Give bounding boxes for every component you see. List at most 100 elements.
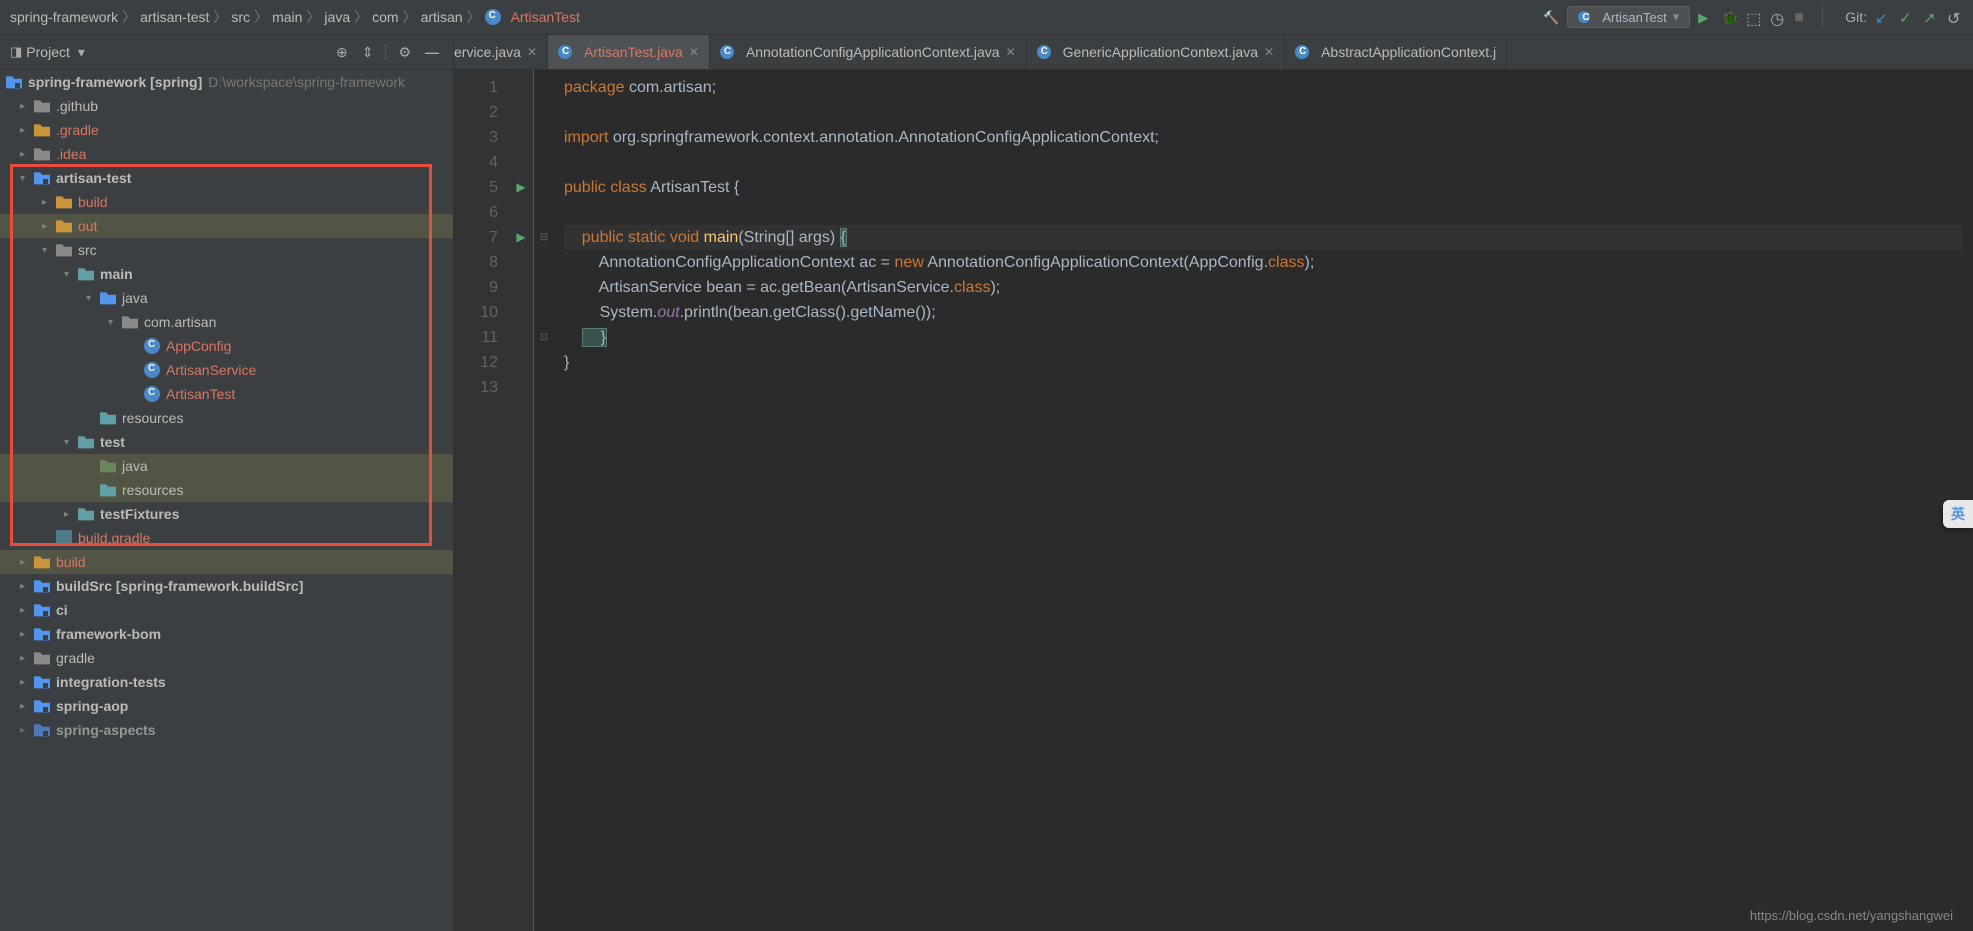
debug-icon[interactable] — [1722, 9, 1738, 25]
tree-item[interactable]: spring-aspects — [0, 718, 453, 742]
tree-item-gradle[interactable]: build.gradle — [0, 526, 453, 550]
fold-icon[interactable]: ⊟ — [534, 225, 554, 250]
tree-item[interactable]: framework-bom — [0, 622, 453, 646]
tree-item[interactable]: out — [0, 214, 453, 238]
tree-item[interactable]: build — [0, 550, 453, 574]
tree-item[interactable]: .gradle — [0, 118, 453, 142]
tree-item-class[interactable]: AppConfig — [0, 334, 453, 358]
code-area[interactable]: package com.artisan; import org.springfr… — [554, 70, 1973, 931]
run-gutter-icon[interactable] — [509, 175, 533, 200]
toolbar-actions: ArtisanTest ▾ ⬚ ◷ ■ Git: ↺ — [1543, 6, 1963, 28]
tree-item[interactable]: src — [0, 238, 453, 262]
editor-tab[interactable]: AbstractApplicationContext.j — [1285, 35, 1507, 69]
editor-tab[interactable]: AnnotationConfigApplicationContext.java — [710, 35, 1027, 69]
close-icon[interactable] — [1264, 45, 1274, 59]
breadcrumb-item[interactable]: artisan — [421, 9, 463, 25]
profile-icon[interactable]: ◷ — [1770, 9, 1786, 25]
gutter-icons — [509, 70, 534, 931]
tab-label: GenericApplicationContext.java — [1063, 44, 1258, 60]
tree-item-class[interactable]: ArtisanService — [0, 358, 453, 382]
tree-item[interactable]: ci — [0, 598, 453, 622]
close-icon[interactable] — [689, 45, 699, 59]
tree-label: ArtisanTest — [166, 386, 235, 402]
folder-icon — [100, 410, 116, 426]
folder-icon — [100, 482, 116, 498]
tree-item[interactable]: gradle — [0, 646, 453, 670]
breadcrumb-item[interactable]: com — [372, 9, 398, 25]
breadcrumb[interactable]: spring-framework〉 artisan-test〉 src〉 mai… — [10, 7, 1543, 27]
language-badge[interactable]: 英 — [1943, 500, 1973, 528]
editor-tab[interactable]: ervice.java — [454, 35, 548, 69]
line-number: 7 — [454, 225, 498, 250]
tree-item-artisan-test[interactable]: artisan-test — [0, 166, 453, 190]
tree-item[interactable]: build — [0, 190, 453, 214]
breadcrumb-current[interactable]: ArtisanTest — [511, 9, 580, 25]
line-number: 1 — [454, 75, 498, 100]
stop-icon[interactable]: ■ — [1794, 9, 1810, 25]
run-icon[interactable] — [1698, 9, 1714, 25]
tree-label: AppConfig — [166, 338, 231, 354]
coverage-icon[interactable]: ⬚ — [1746, 9, 1762, 25]
sidebar-title[interactable]: Project — [10, 44, 326, 61]
module-icon — [34, 674, 50, 690]
tree-label: main — [100, 266, 133, 282]
breadcrumb-item[interactable]: java — [324, 9, 350, 25]
history-icon[interactable]: ↺ — [1947, 9, 1963, 25]
breadcrumb-item[interactable]: artisan-test — [140, 9, 209, 25]
tree-item[interactable]: test — [0, 430, 453, 454]
editor-body[interactable]: 1 2 3 4 5 6 7 8 9 10 11 12 13 — [454, 70, 1973, 931]
tree-item[interactable]: main — [0, 262, 453, 286]
tab-label: ArtisanTest.java — [584, 44, 683, 60]
locate-file-icon[interactable] — [332, 44, 352, 61]
tree-label: ci — [56, 602, 68, 618]
tree-item[interactable]: integration-tests — [0, 670, 453, 694]
class-icon — [144, 362, 160, 378]
tree-label: buildSrc [spring-framework.buildSrc] — [56, 578, 303, 594]
tree-path: D:\workspace\spring-framework — [208, 74, 405, 90]
tree-label: integration-tests — [56, 674, 166, 690]
tree-label: spring-framework [spring] — [28, 74, 202, 90]
tree-item[interactable]: .github — [0, 94, 453, 118]
tree-item[interactable]: resources — [0, 478, 453, 502]
tree-item[interactable]: spring-aop — [0, 694, 453, 718]
editor-tab[interactable]: GenericApplicationContext.java — [1027, 35, 1285, 69]
line-number: 6 — [454, 200, 498, 225]
collapse-icon[interactable] — [421, 44, 443, 60]
tree-item[interactable]: java — [0, 286, 453, 310]
run-config-selector[interactable]: ArtisanTest ▾ — [1567, 6, 1690, 28]
breadcrumb-item[interactable]: src — [231, 9, 250, 25]
project-tree[interactable]: spring-framework [spring] D:\workspace\s… — [0, 70, 453, 931]
line-number: 3 — [454, 125, 498, 150]
build-icon[interactable] — [1543, 9, 1559, 25]
tree-item[interactable]: buildSrc [spring-framework.buildSrc] — [0, 574, 453, 598]
class-icon — [144, 386, 160, 402]
module-icon — [34, 698, 50, 714]
tree-label: build.gradle — [78, 530, 150, 546]
tree-item-class[interactable]: ArtisanTest — [0, 382, 453, 406]
run-gutter-icon[interactable] — [509, 225, 533, 250]
tree-label: com.artisan — [144, 314, 216, 330]
breadcrumb-item[interactable]: main — [272, 9, 302, 25]
folder-icon — [34, 146, 50, 162]
expand-icon[interactable] — [358, 44, 378, 61]
breadcrumb-item[interactable]: spring-framework — [10, 9, 118, 25]
close-icon[interactable] — [1006, 45, 1016, 59]
git-push-icon[interactable] — [1923, 9, 1939, 25]
git-commit-icon[interactable] — [1899, 9, 1915, 25]
settings-icon[interactable] — [394, 44, 415, 61]
tab-label: AbstractApplicationContext.j — [1321, 44, 1496, 60]
project-sidebar: Project spring-framework [spring] D:\wor… — [0, 35, 454, 931]
tree-item[interactable]: resources — [0, 406, 453, 430]
tree-item[interactable]: java — [0, 454, 453, 478]
tree-label: java — [122, 290, 148, 306]
tree-root[interactable]: spring-framework [spring] D:\workspace\s… — [0, 70, 453, 94]
git-pull-icon[interactable] — [1875, 9, 1891, 25]
tree-item[interactable]: com.artisan — [0, 310, 453, 334]
module-icon — [34, 626, 50, 642]
fold-icon[interactable]: ⊡ — [534, 325, 554, 350]
close-icon[interactable] — [527, 45, 537, 59]
tree-item[interactable]: .idea — [0, 142, 453, 166]
editor-tab-active[interactable]: ArtisanTest.java — [548, 35, 710, 69]
line-number: 12 — [454, 350, 498, 375]
tree-item[interactable]: testFixtures — [0, 502, 453, 526]
